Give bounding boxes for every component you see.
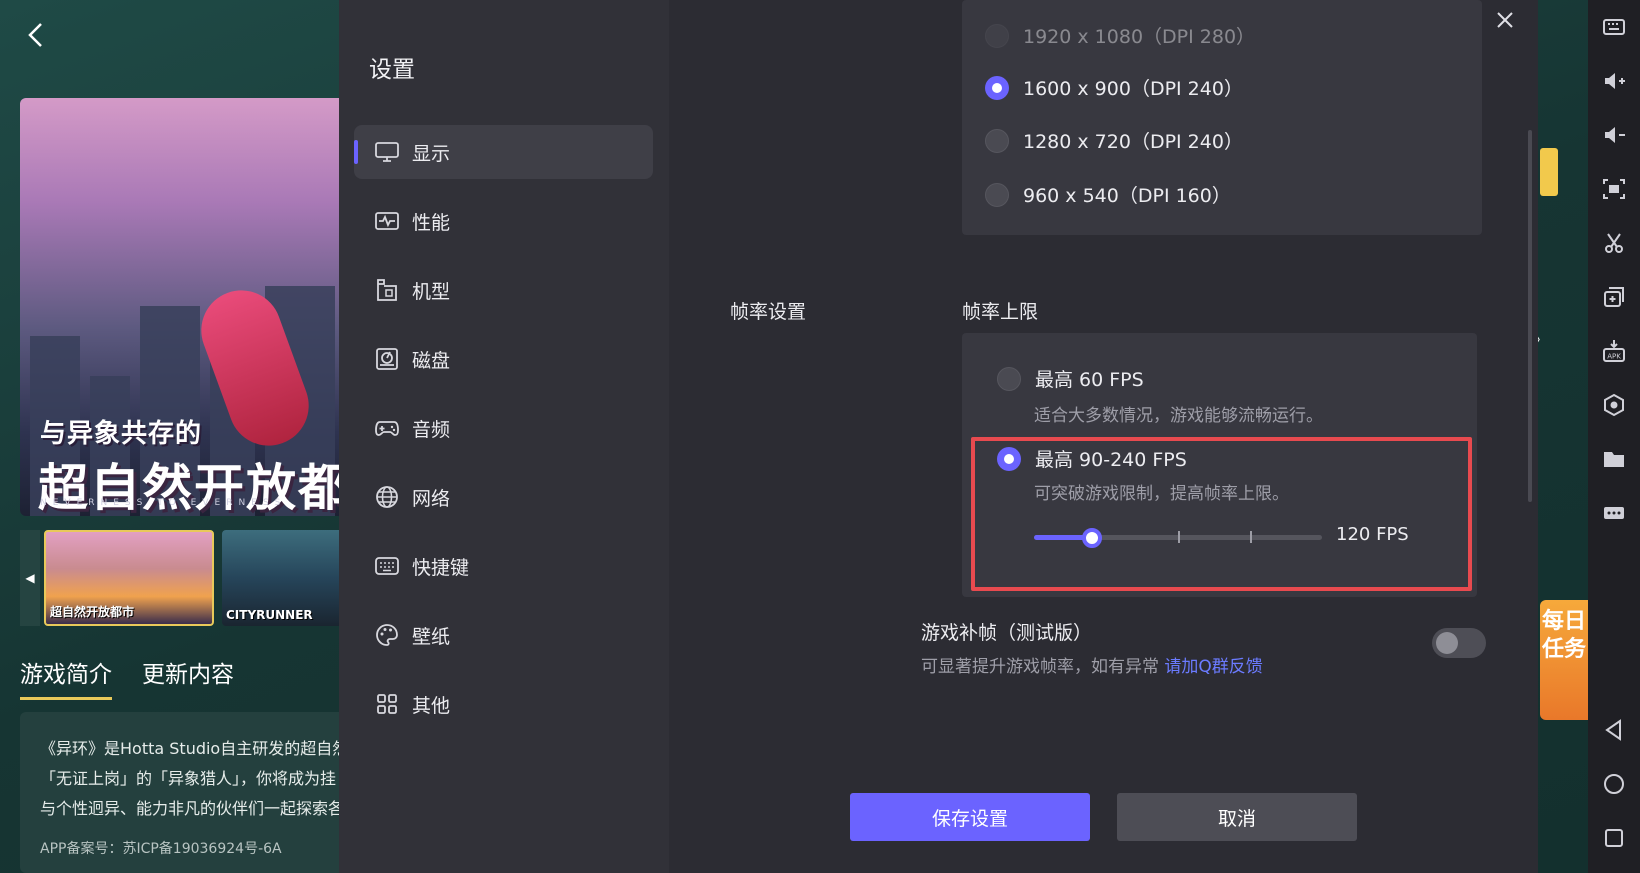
frame-interp-label: 游戏补帧（测试版） (921, 622, 1093, 644)
tab-updates[interactable]: 更新内容 (142, 655, 234, 700)
nav-item-model[interactable]: 机型 (354, 263, 653, 317)
daily-task-badge[interactable]: 每日任务 (1540, 600, 1588, 720)
resolution-label: 1280 x 720（DPI 240） (1023, 131, 1243, 153)
back-triangle-icon[interactable] (1588, 703, 1640, 757)
more-icon[interactable] (1588, 486, 1640, 540)
nav-item-performance[interactable]: 性能 (354, 194, 653, 248)
folder-icon[interactable] (1588, 432, 1640, 486)
frame-interp-toggle[interactable] (1432, 628, 1486, 658)
radio-button-selected (985, 75, 1009, 100)
hero-subtitle: 与异象共存的 (40, 419, 203, 449)
fps-option-desc: 适合大多数情况，游戏能够流畅运行。 (1034, 406, 1323, 426)
apk-install-icon[interactable]: APK (1588, 324, 1640, 378)
resolution-option[interactable]: 1280 x 720（DPI 240） (985, 127, 1243, 154)
nav-label: 显示 (412, 142, 451, 165)
nav-label: 快捷键 (412, 556, 470, 579)
globe-icon (374, 484, 400, 510)
device-icon (374, 277, 400, 303)
nav-item-shortcuts[interactable]: 快捷键 (354, 539, 653, 593)
nav-item-other[interactable]: 其他 (354, 677, 653, 731)
slider-tick (1250, 531, 1252, 543)
intro-line: 《异环》是Hotta Studio自主研发的超自然都 (40, 739, 365, 758)
nav-label: 其他 (412, 694, 451, 717)
radio-button (985, 182, 1009, 207)
screenshot-icon[interactable] (1588, 162, 1640, 216)
resolution-option[interactable]: 960 x 540（DPI 160） (985, 181, 1231, 208)
volume-up-icon[interactable] (1588, 54, 1640, 108)
svg-text:APK: APK (1607, 353, 1621, 361)
yellow-tag[interactable] (1540, 148, 1558, 196)
fps-slider[interactable] (1034, 528, 1322, 548)
radio-button (997, 366, 1021, 391)
frame-interp-desc: 可显著提升游戏帧率，如有异常 请加Q群反馈 (921, 652, 1263, 677)
scissors-icon[interactable] (1588, 216, 1640, 270)
resolution-label: 960 x 540（DPI 160） (1023, 185, 1231, 207)
cancel-button[interactable]: 取消 (1117, 793, 1357, 841)
highlight-box (971, 437, 1472, 591)
monitor-icon (374, 139, 400, 165)
nav-label: 性能 (412, 211, 451, 234)
settings-title: 设置 (369, 57, 415, 83)
resolution-option[interactable]: 1920 x 1080（DPI 280） (985, 22, 1255, 49)
nav-item-network[interactable]: 网络 (354, 470, 653, 524)
resolution-label: 1920 x 1080（DPI 280） (1023, 26, 1256, 48)
nav-item-display[interactable]: 显示 (354, 125, 653, 179)
nav-label: 网络 (412, 487, 451, 510)
palette-icon (374, 622, 400, 648)
content-scrollbar[interactable] (1528, 130, 1532, 502)
save-button[interactable]: 保存设置 (850, 793, 1090, 841)
gamepad-icon (374, 415, 400, 441)
fps-option-label: 最高 60 FPS (1035, 369, 1144, 391)
radio-button (985, 23, 1009, 48)
nav-item-audio[interactable]: 音频 (354, 401, 653, 455)
resolution-panel: 1920 x 1080（DPI 280） 1600 x 900（DPI 240）… (962, 0, 1482, 235)
fps-option-60[interactable]: 最高 60 FPS (997, 365, 1144, 392)
keyboard-icon[interactable] (1588, 0, 1640, 54)
pulse-icon (374, 208, 400, 234)
slider-tick (1178, 531, 1180, 543)
icp-number: APP备案号：苏ICP备19036924号-6A (40, 841, 282, 857)
slider-value: 120 FPS (1336, 524, 1409, 545)
intro-line: 「无证上岗」的「异象猎人」，你将成为挂 (40, 769, 337, 788)
game-tabs: 游戏简介 更新内容 (20, 655, 234, 700)
resolution-option[interactable]: 1600 x 900（DPI 240） (985, 74, 1243, 101)
settings-nav: 显示 性能 机型 磁盘 音频 网络 快捷键 壁纸 其他 (354, 125, 653, 746)
slider-knob[interactable] (1081, 528, 1102, 548)
nav-label: 壁纸 (412, 625, 451, 648)
emulator-toolbar: APK (1588, 0, 1640, 873)
framerate-limit-label: 帧率上限 (962, 301, 1039, 323)
frame-interp-desc-text: 可显著提升游戏帧率，如有异常 (921, 657, 1159, 677)
feedback-link[interactable]: 请加Q群反馈 (1164, 657, 1262, 677)
tab-intro[interactable]: 游戏简介 (20, 655, 112, 700)
volume-down-icon[interactable] (1588, 108, 1640, 162)
settings-dialog: 设置 显示 性能 机型 磁盘 音频 网络 快捷键 壁纸 其他 1920 x 10… (339, 0, 1538, 873)
multi-instance-icon[interactable] (1588, 270, 1640, 324)
thumbnail-caption: 超自然开放都市 (50, 605, 135, 619)
disk-icon (374, 346, 400, 372)
hero-tagline: NEVERNESS TO EVERNESS (40, 498, 287, 508)
radio-button (985, 128, 1009, 153)
thumbnail-1[interactable]: 超自然开放都市 (44, 530, 214, 626)
close-icon[interactable] (1491, 6, 1519, 34)
resolution-label: 1600 x 900（DPI 240） (1023, 78, 1243, 100)
back-arrow-icon[interactable] (22, 20, 52, 50)
nav-item-disk[interactable]: 磁盘 (354, 332, 653, 386)
intro-line: 与个性迥异、能力非凡的伙伴们一起探索各 (40, 799, 345, 818)
nav-label: 磁盘 (412, 349, 451, 372)
game-hero-image[interactable]: 与异象共存的 超自然开放都 NEVERNESS TO EVERNESS (20, 98, 380, 516)
home-circle-icon[interactable] (1588, 757, 1640, 811)
grid-icon (374, 691, 400, 717)
thumbnail-caption: CITYRUNNER (226, 608, 313, 622)
framerate-section-label: 帧率设置 (730, 301, 807, 323)
settings-hex-icon[interactable] (1588, 378, 1640, 432)
nav-item-wallpaper[interactable]: 壁纸 (354, 608, 653, 662)
keyboard-icon (374, 553, 400, 579)
recent-square-icon[interactable] (1588, 811, 1640, 865)
thumbnail-prev-button[interactable]: ◀ (20, 530, 40, 626)
nav-label: 音频 (412, 418, 451, 441)
settings-sidebar: 设置 显示 性能 机型 磁盘 音频 网络 快捷键 壁纸 其他 (339, 0, 669, 873)
nav-label: 机型 (412, 280, 451, 303)
